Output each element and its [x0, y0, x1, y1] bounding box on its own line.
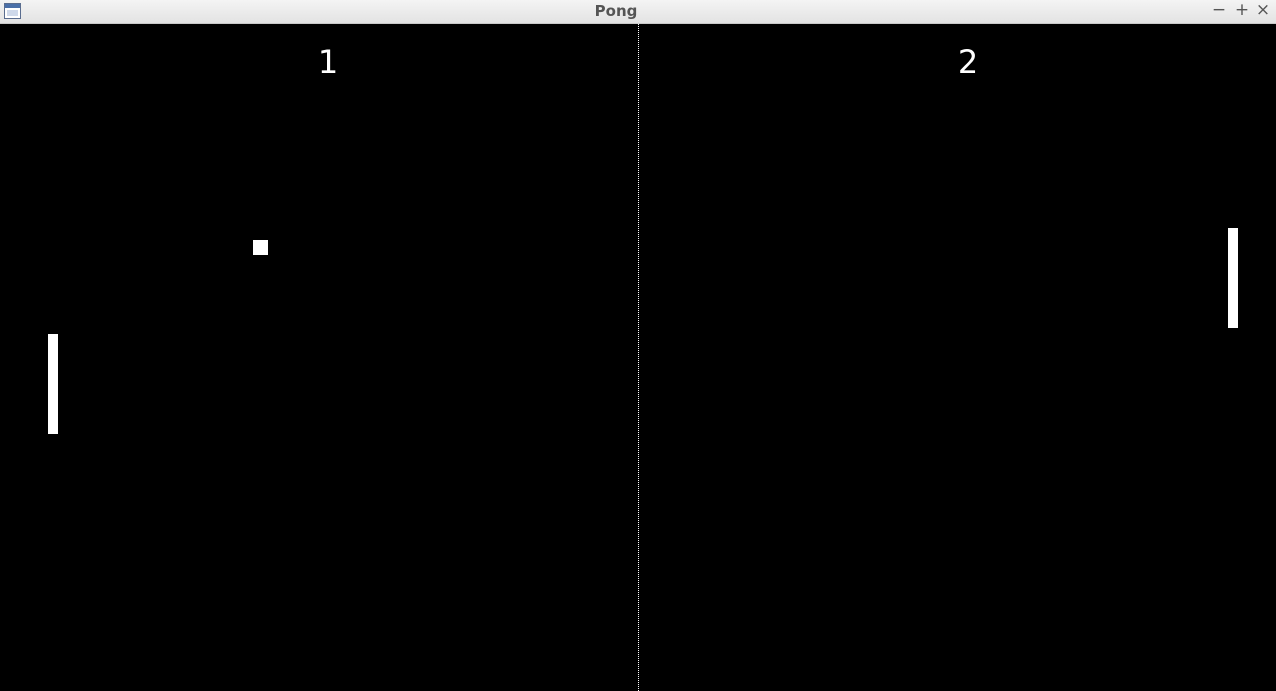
center-net	[638, 24, 639, 691]
left-paddle	[48, 334, 58, 434]
game-window: Pong − + × 1 2	[0, 0, 1276, 691]
score-right: 2	[957, 43, 979, 81]
game-field[interactable]: 1 2	[0, 24, 1276, 691]
ball	[253, 240, 268, 255]
minimize-icon[interactable]: −	[1209, 0, 1229, 22]
right-paddle	[1228, 228, 1238, 328]
maximize-icon[interactable]: +	[1232, 0, 1252, 22]
window-title: Pong	[594, 2, 638, 20]
close-icon[interactable]: ×	[1253, 0, 1273, 22]
score-left: 1	[317, 43, 339, 81]
title-bar[interactable]: Pong − + ×	[0, 0, 1276, 24]
